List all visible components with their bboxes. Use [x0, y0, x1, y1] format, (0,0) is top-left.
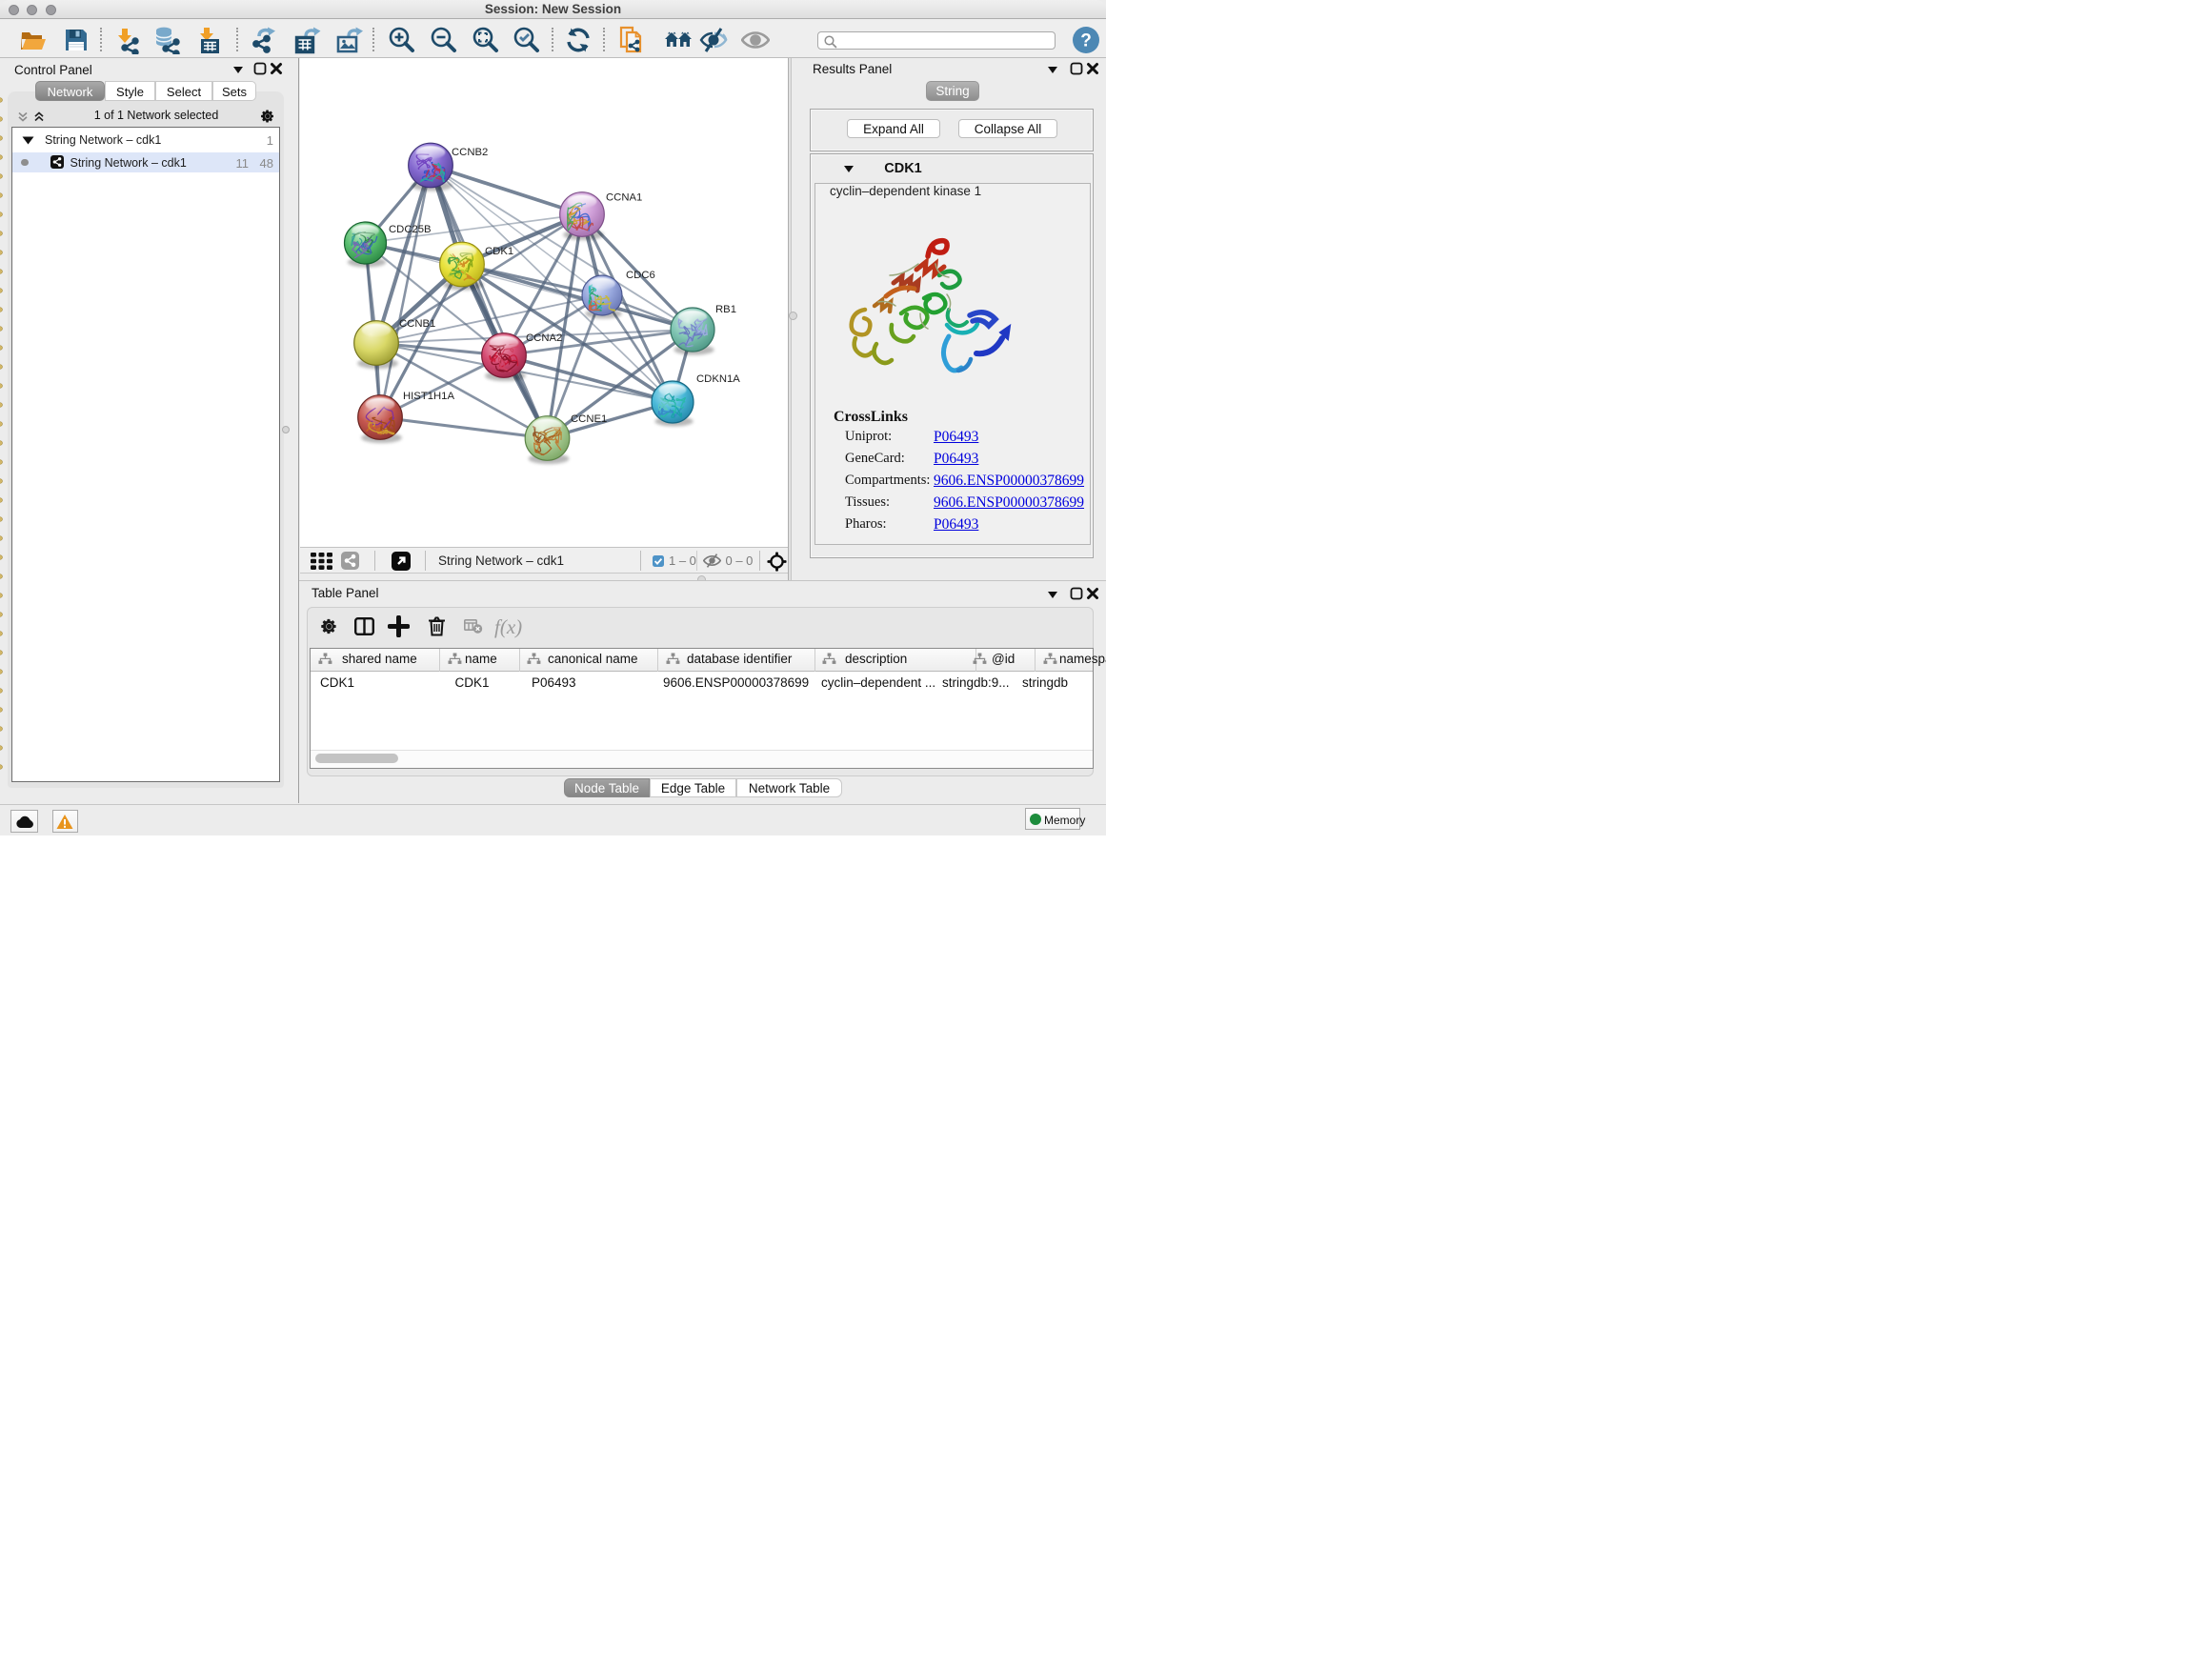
svg-text:CDC6: CDC6 [626, 270, 655, 281]
svg-text:RB1: RB1 [715, 304, 736, 315]
svg-text:?: ? [1080, 31, 1092, 51]
svg-text:CDKN1A: CDKN1A [696, 373, 740, 385]
svg-text:CCNA2: CCNA2 [526, 332, 562, 344]
svg-text:CDC25B: CDC25B [389, 224, 432, 235]
svg-text:HIST1H1A: HIST1H1A [403, 391, 454, 402]
svg-text:CCNB1: CCNB1 [399, 318, 435, 330]
svg-text:CCNE1: CCNE1 [571, 413, 607, 425]
svg-text:CCNB2: CCNB2 [452, 147, 488, 158]
svg-text:CCNA1: CCNA1 [606, 192, 642, 204]
svg-text:CDK1: CDK1 [485, 246, 513, 257]
